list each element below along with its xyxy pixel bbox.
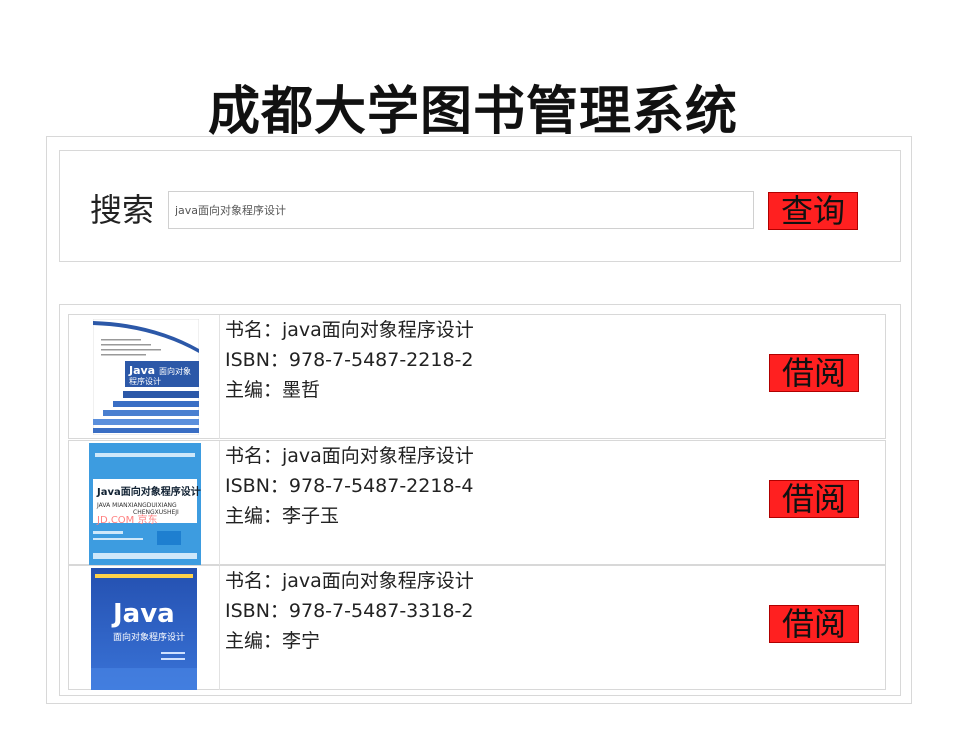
cover3-main-text: Java xyxy=(111,599,175,629)
book-row: Java 面向对象程序设计 书名：java面向对象程序设计 ISBN：978-7… xyxy=(68,565,886,690)
borrow-button[interactable]: 借阅 xyxy=(769,480,859,518)
cover2-main-text: Java面向对象程序设计 xyxy=(96,485,201,498)
cover2-sub-text: JAVA MIANXIANGDUIXIANG xyxy=(96,502,177,509)
book-cover-image: Java 面向对象 程序设计 xyxy=(69,315,220,439)
search-label: 搜索 xyxy=(90,191,155,229)
book-info: 书名：java面向对象程序设计 ISBN：978-7-5487-3318-2 主… xyxy=(225,566,474,656)
book-cover-art: Java面向对象程序设计 JAVA MIANXIANGDUIXIANG CHEN… xyxy=(89,443,201,565)
book-cover-image: Java 面向对象程序设计 xyxy=(69,566,220,690)
book-row: Java 面向对象 程序设计 书名：java面向对象程序设计 ISBN：978-… xyxy=(68,314,886,439)
borrow-button[interactable]: 借阅 xyxy=(769,605,859,643)
book-editor: 主编：李子玉 xyxy=(225,505,340,527)
book-info: 书名：java面向对象程序设计 ISBN：978-7-5487-2218-2 主… xyxy=(225,315,474,405)
cover1-main-text: Java xyxy=(128,364,155,377)
book-editor: 主编：李宁 xyxy=(225,630,321,652)
book-cover-image: Java面向对象程序设计 JAVA MIANXIANGDUIXIANG CHEN… xyxy=(69,441,220,565)
page-title: 成都大学图书管理系统 xyxy=(207,81,738,142)
borrow-button[interactable]: 借阅 xyxy=(769,354,859,392)
book-isbn: ISBN：978-7-5487-3318-2 xyxy=(225,600,474,622)
book-title: 书名：java面向对象程序设计 xyxy=(225,319,474,341)
book-isbn: ISBN：978-7-5487-2218-4 xyxy=(225,475,474,497)
cover2-watermark: JD.COM 京东 xyxy=(96,513,158,526)
book-info: 书名：java面向对象程序设计 ISBN：978-7-5487-2218-4 主… xyxy=(225,441,474,531)
book-isbn: ISBN：978-7-5487-2218-2 xyxy=(225,349,474,371)
book-title: 书名：java面向对象程序设计 xyxy=(225,445,474,467)
cover3-sub-text: 面向对象程序设计 xyxy=(113,631,185,643)
book-row: Java面向对象程序设计 JAVA MIANXIANGDUIXIANG CHEN… xyxy=(68,440,886,565)
book-title: 书名：java面向对象程序设计 xyxy=(225,570,474,592)
query-button[interactable]: 查询 xyxy=(768,192,858,230)
cover1-sub-text2: 程序设计 xyxy=(129,376,161,386)
book-editor: 主编：墨哲 xyxy=(225,379,321,401)
search-input[interactable] xyxy=(168,191,754,229)
book-cover-art: Java 面向对象程序设计 xyxy=(91,568,197,690)
cover1-sub-text: 面向对象 xyxy=(159,366,191,376)
book-cover-art: Java 面向对象 程序设计 xyxy=(93,319,199,435)
